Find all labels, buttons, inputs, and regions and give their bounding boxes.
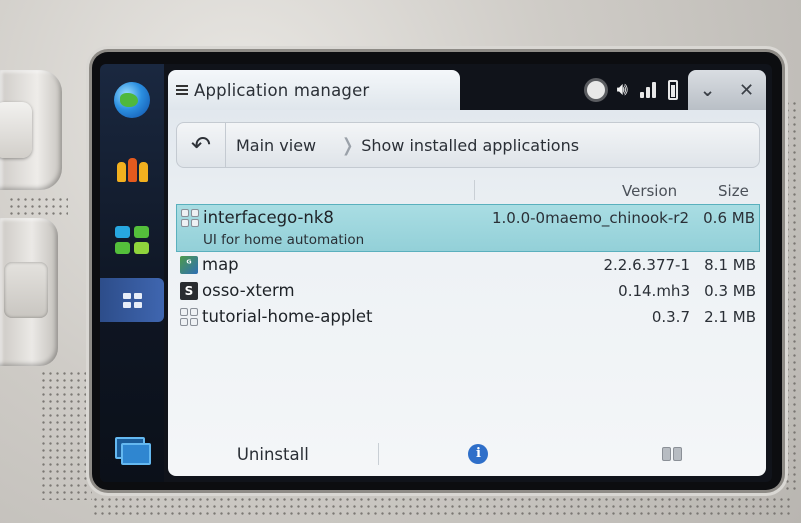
battery-icon[interactable]: [668, 80, 678, 100]
package-size: 0.6 MB: [703, 209, 755, 227]
task-navigator: [100, 64, 164, 482]
package-size: 0.3 MB: [704, 282, 756, 300]
package-size: 8.1 MB: [704, 256, 756, 274]
package-list: interfacego-nk8 UI for home automation 1…: [176, 204, 760, 330]
package-version: 0.14.mh3: [618, 282, 690, 300]
contacts-launcher[interactable]: [110, 148, 154, 192]
app-menu-icon: [122, 292, 142, 308]
package-name: tutorial-home-applet: [202, 307, 373, 326]
back-button[interactable]: ↶: [177, 123, 226, 167]
hardware-button[interactable]: [0, 218, 58, 366]
column-divider: [474, 180, 475, 200]
chevron-right-icon: ❭: [340, 134, 356, 156]
app-menu-title[interactable]: Application manager: [168, 70, 460, 110]
package-name: interfacego-nk8: [203, 208, 334, 227]
search-button[interactable]: [578, 447, 766, 461]
contacts-icon: [116, 158, 148, 182]
back-arrow-icon: ↶: [190, 131, 212, 159]
package-size: 2.1 MB: [704, 308, 756, 326]
app-content: ↶ Main view ❭ Show installed application…: [168, 110, 766, 476]
breadcrumb-label: Main view: [236, 135, 317, 155]
list-item[interactable]: interfacego-nk8 UI for home automation 1…: [176, 204, 760, 252]
speaker-grille-right: [784, 100, 798, 490]
speaker-grille: [8, 196, 68, 216]
close-icon[interactable]: ✕: [739, 80, 754, 101]
breadcrumb-main-view[interactable]: Main view: [226, 136, 326, 155]
package-name: map: [202, 255, 239, 274]
version-column-header[interactable]: Version: [622, 182, 677, 200]
binoculars-icon: [662, 447, 683, 461]
package-version: 0.3.7: [651, 308, 690, 326]
package-name: osso-xterm: [202, 281, 295, 300]
package-generic-icon: [181, 209, 199, 227]
info-icon: i: [468, 444, 489, 464]
applications-icon: [115, 226, 149, 254]
menu-icon: [176, 85, 188, 95]
uninstall-button[interactable]: Uninstall: [168, 445, 378, 464]
speaker-grille-bottom: [92, 496, 792, 518]
window-controls: ⌄ ✕: [688, 70, 766, 110]
task-switcher[interactable]: [110, 428, 154, 472]
terminal-icon: S: [180, 282, 198, 300]
package-description: UI for home automation: [203, 232, 365, 248]
breadcrumb-installed-apps[interactable]: ❭ Show installed applications: [326, 135, 589, 156]
title-bar: Application manager 🔊︎ ⌄ ✕: [168, 70, 766, 110]
application-menu-launcher[interactable]: [100, 278, 164, 322]
package-generic-icon: [180, 308, 198, 326]
speaker-grille-left: [40, 370, 92, 500]
browser-launcher[interactable]: [110, 78, 154, 122]
hardware-dpad[interactable]: [0, 70, 62, 190]
volume-icon[interactable]: 🔊︎: [617, 81, 628, 99]
list-item[interactable]: tutorial-home-applet 0.3.7 2.1 MB: [176, 304, 760, 330]
details-button[interactable]: i: [379, 444, 579, 464]
list-item[interactable]: ᴳ map 2.2.6.377-1 8.1 MB: [176, 252, 760, 278]
status-area: 🔊︎: [464, 70, 686, 110]
bottom-toolbar: Uninstall i: [168, 432, 766, 476]
breadcrumb: ↶ Main view ❭ Show installed application…: [176, 122, 760, 168]
minimize-icon[interactable]: ⌄: [700, 80, 715, 101]
column-headers: Version Size: [176, 180, 760, 202]
globe-icon: [114, 82, 150, 118]
breadcrumb-label: Show installed applications: [361, 135, 580, 155]
package-version: 1.0.0-0maemo_chinook-r2: [491, 209, 689, 227]
applications-launcher[interactable]: [110, 218, 154, 262]
list-item[interactable]: S osso-xterm 0.14.mh3 0.3 MB: [176, 278, 760, 304]
windows-icon: [115, 437, 151, 465]
wifi-icon[interactable]: [640, 82, 656, 98]
screen: Application manager 🔊︎ ⌄ ✕ ↶ Main view ❭…: [100, 64, 772, 482]
brightness-icon[interactable]: [586, 81, 605, 99]
package-version: 2.2.6.377-1: [603, 256, 690, 274]
map-app-icon: ᴳ: [180, 256, 198, 274]
window-title: Application manager: [194, 80, 370, 100]
size-column-header[interactable]: Size: [718, 182, 749, 200]
